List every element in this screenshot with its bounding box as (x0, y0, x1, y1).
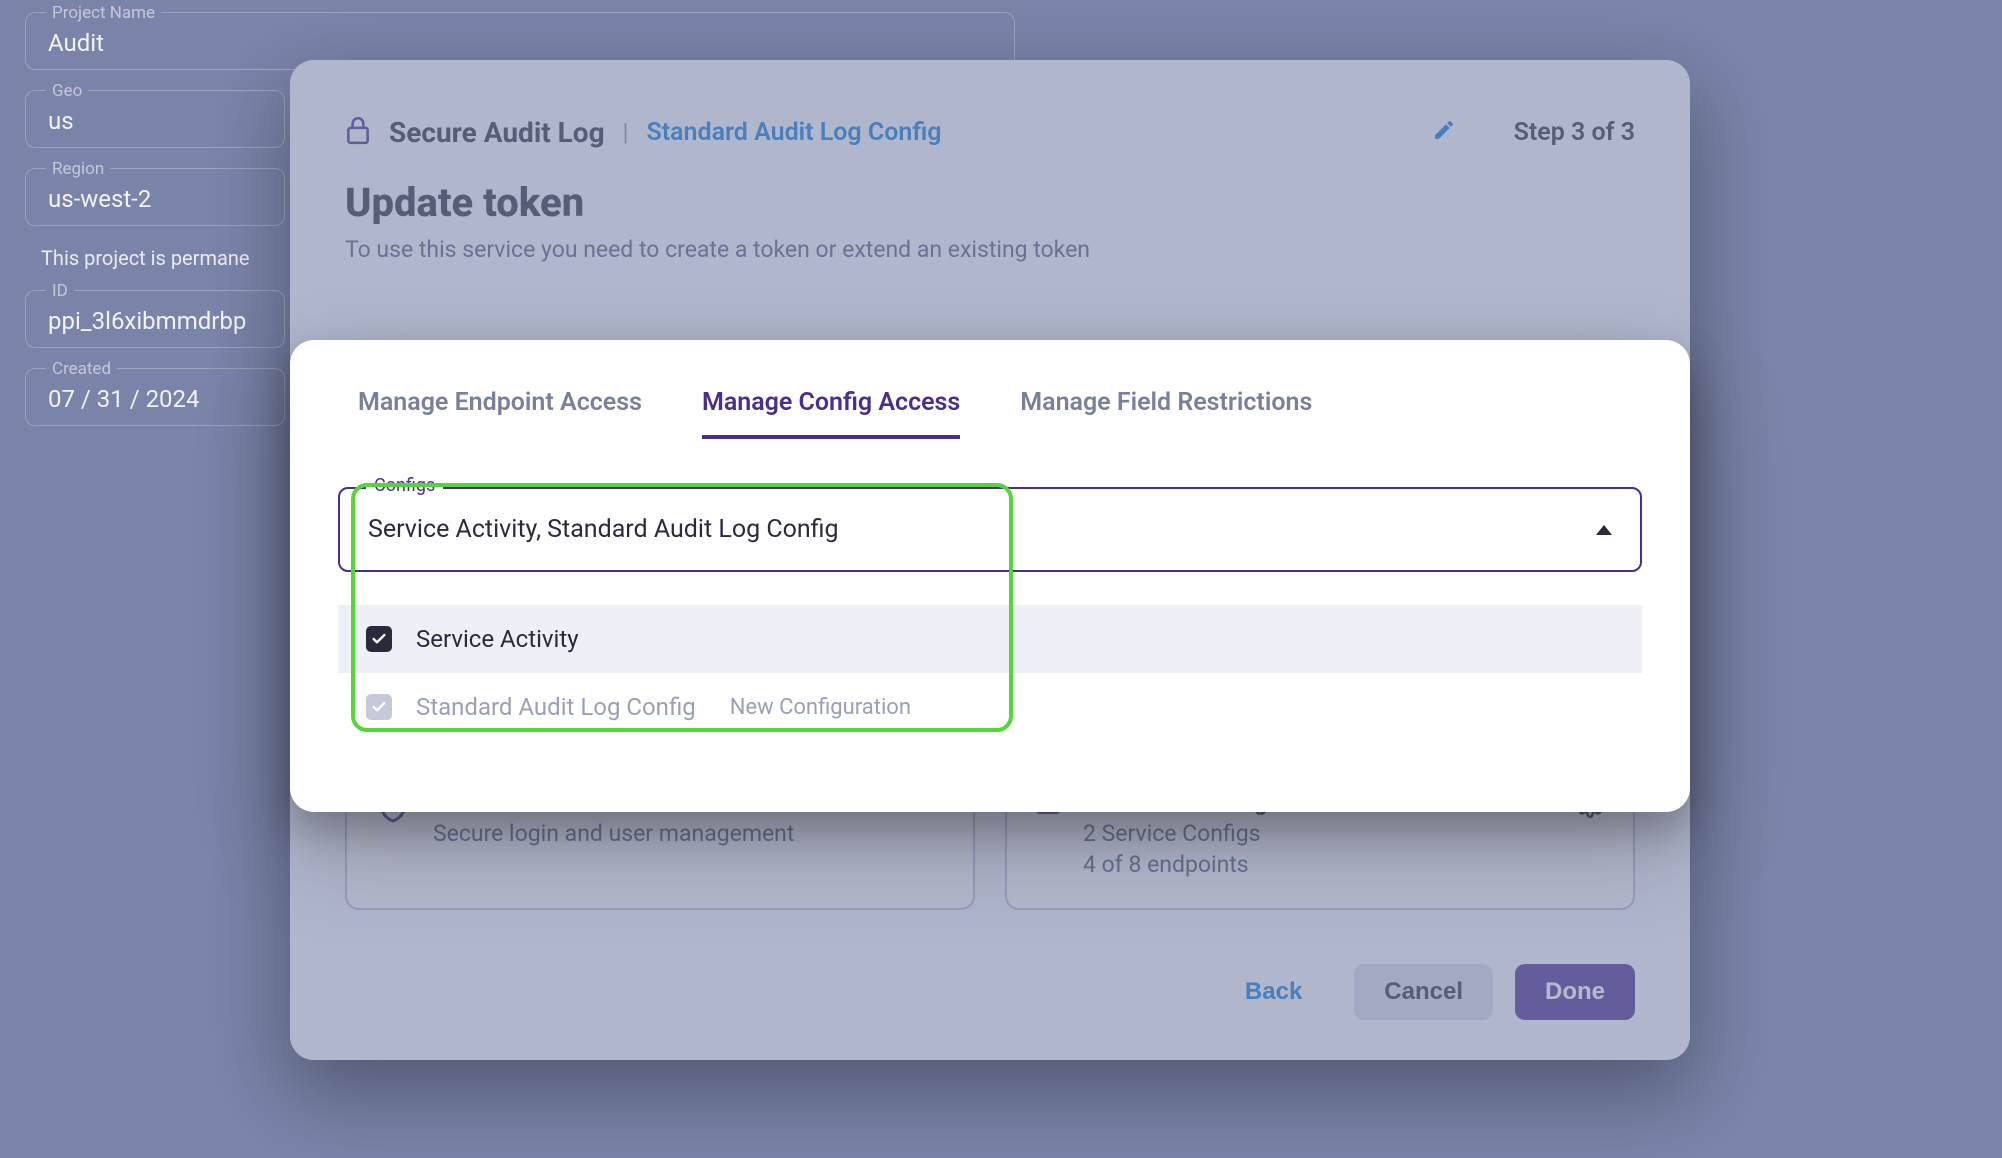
wizard-step: Step 3 of 3 (1514, 118, 1635, 147)
option-service-activity[interactable]: Service Activity (338, 605, 1642, 673)
wizard-buttons: Back Cancel Done (1215, 964, 1635, 1020)
wizard-title: Update token (345, 179, 1635, 226)
tab-config-access[interactable]: Manage Config Access (702, 388, 960, 439)
sal-configs: 2 Service Configs (1083, 820, 1553, 847)
service-name: Secure Audit Log (389, 116, 605, 149)
region-field[interactable]: Region us-west-2 (25, 168, 285, 226)
configs-menu: Service Activity Standard Audit Log Conf… (338, 605, 1642, 741)
created-value: 07 / 31 / 2024 (48, 385, 262, 413)
authn-desc: Secure login and user management (433, 820, 945, 847)
geo-value: us (48, 107, 262, 135)
geo-field[interactable]: Geo us (25, 90, 285, 148)
id-label: ID (46, 281, 74, 301)
caret-up-icon (1596, 525, 1612, 535)
option-label: Standard Audit Log Config (416, 693, 696, 721)
sal-endpoints: 4 of 8 endpoints (1083, 851, 1553, 878)
geo-label: Geo (46, 81, 88, 101)
configs-fieldset-label: Configs (366, 475, 443, 496)
region-label: Region (46, 159, 110, 179)
back-button[interactable]: Back (1215, 964, 1332, 1020)
configs-value: Service Activity, Standard Audit Log Con… (368, 515, 839, 544)
id-value: ppi_3l6xibmmdrbp (48, 307, 262, 335)
configs-multiselect: Configs Service Activity, Standard Audit… (338, 487, 1642, 572)
checkbox-checked-disabled-icon (366, 694, 392, 720)
lock-icon (345, 115, 371, 149)
tab-endpoint-access[interactable]: Manage Endpoint Access (358, 388, 642, 439)
done-button[interactable]: Done (1515, 964, 1635, 1020)
created-label: Created (46, 359, 117, 379)
region-value: us-west-2 (48, 185, 262, 213)
checkbox-checked-icon (366, 626, 392, 652)
created-field: Created 07 / 31 / 2024 (25, 368, 285, 426)
configs-control[interactable]: Service Activity, Standard Audit Log Con… (338, 487, 1642, 572)
access-tabs: Manage Endpoint Access Manage Config Acc… (338, 388, 1642, 439)
option-label: Service Activity (416, 625, 579, 653)
cancel-button[interactable]: Cancel (1354, 964, 1493, 1020)
option-standard-audit-log-config[interactable]: Standard Audit Log Config New Configurat… (338, 673, 1642, 741)
project-name-value: Audit (48, 29, 992, 57)
tab-field-restrictions[interactable]: Manage Field Restrictions (1020, 388, 1312, 439)
option-hint: New Configuration (730, 695, 911, 720)
config-link[interactable]: Standard Audit Log Config (646, 118, 941, 147)
project-name-label: Project Name (46, 3, 161, 23)
wizard-subtitle: To use this service you need to create a… (345, 236, 1635, 263)
edit-icon[interactable] (1432, 118, 1456, 146)
manage-access-panel: Manage Endpoint Access Manage Config Acc… (290, 340, 1690, 812)
breadcrumb-separator: | (623, 118, 629, 146)
id-field: ID ppi_3l6xibmmdrbp (25, 290, 285, 348)
wizard-header: Secure Audit Log | Standard Audit Log Co… (345, 115, 1635, 149)
